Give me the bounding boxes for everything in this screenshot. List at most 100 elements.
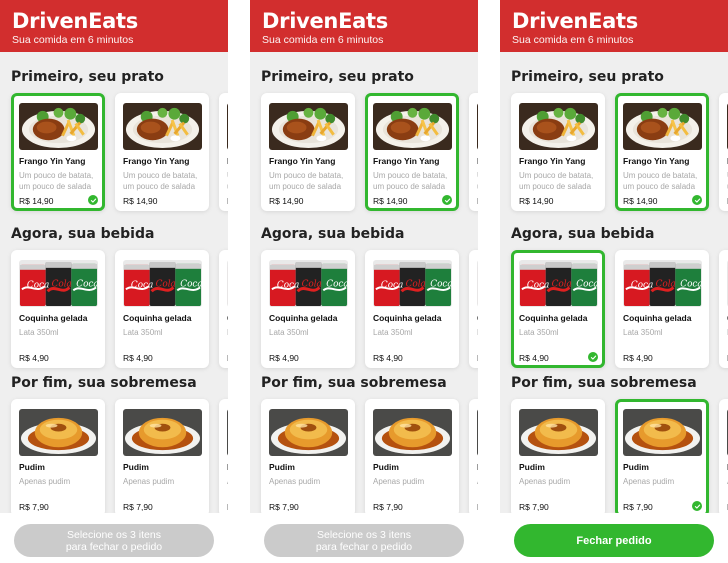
drink-card[interactable]: CocaColaCocaCoquinha geladaLata 350mlR$ … <box>219 250 228 368</box>
dessert-image <box>373 409 452 456</box>
dish-card[interactable]: Frango Yin YangUm pouco de batata, um po… <box>365 93 459 211</box>
dessert-card[interactable]: PudimApenas pudimR$ 7,90 <box>615 399 709 517</box>
dish-description: Um pouco de batata, um pouco de salada <box>19 171 94 191</box>
dessert-image <box>269 409 348 456</box>
section-title-drink: Agora, sua bebida <box>261 226 405 242</box>
dessert-price: R$ 7,90 <box>269 502 299 512</box>
dish-card[interactable]: Frango Yin YangUm pouco de batata, um po… <box>11 93 105 211</box>
app-subtitle: Sua comida em 6 minutos <box>262 34 384 46</box>
app-logo: DrivenEats <box>262 9 388 33</box>
dish-description: Um pouco de batata, um pouco de salada <box>373 171 448 191</box>
dish-row[interactable]: Frango Yin Yang Um pouco de batata, um po… <box>11 93 228 213</box>
app-subtitle: Sua comida em 6 minutos <box>12 34 134 46</box>
drink-card[interactable]: CocaColaCocaCoquinha geladaLata 350mlR$ … <box>11 250 105 368</box>
dish-image <box>477 103 478 150</box>
drink-name: Coquinha gelada <box>373 313 442 323</box>
dish-price: R$ 14,90 <box>227 196 228 206</box>
dessert-description: Apenas pudim <box>19 477 71 486</box>
app-panel-3: DrivenEats Sua comida em 6 minutos Prime… <box>500 0 728 563</box>
dish-image <box>269 103 348 150</box>
dish-card[interactable]: Frango Yin YangUm pouco de batata, um po… <box>719 93 728 211</box>
drink-card[interactable]: CocaColaCocaCoquinha geladaLata 350mlR$ … <box>615 250 709 368</box>
section-title-drink: Agora, sua bebida <box>511 226 655 242</box>
dessert-name: Pudim <box>373 462 399 472</box>
dessert-card[interactable]: PudimApenas pudimR$ 7,90 <box>511 399 605 517</box>
drink-name: Coquinha gelada <box>519 313 588 323</box>
section-title-dessert: Por fim, sua sobremesa <box>261 375 447 391</box>
drink-image: CocaColaCoca <box>123 260 202 307</box>
check-circle-icon <box>588 352 598 362</box>
order-button[interactable]: Fechar pedido <box>514 524 714 557</box>
drink-name: Coquinha gelada <box>477 313 478 323</box>
dessert-row[interactable]: Pudim Apenas pudim R$ 7,90 Pudim Apenas pudi… <box>11 399 228 519</box>
svg-text:Cola: Cola <box>156 279 176 289</box>
dessert-price: R$ 7,90 <box>123 502 153 512</box>
dessert-name: Pudim <box>123 462 149 472</box>
dessert-row[interactable]: Pudim Apenas pudim R$ 7,90 Pudim Apenas pudi… <box>511 399 728 519</box>
drink-card[interactable]: CocaColaCocaCoquinha geladaLata 350mlR$ … <box>719 250 728 368</box>
drink-card[interactable]: CocaColaCocaCoquinha geladaLata 350mlR$ … <box>261 250 355 368</box>
dessert-price: R$ 7,90 <box>227 502 228 512</box>
drink-price: R$ 4,90 <box>19 353 49 363</box>
order-button[interactable]: Selecione os 3 itens para fechar o pedid… <box>14 524 214 557</box>
dish-price: R$ 14,90 <box>269 196 304 206</box>
drink-row[interactable]: Coca Cola Coca Coquinha gelada Lata 350ml R$ … <box>261 250 478 370</box>
drink-row[interactable]: Coca Cola Coca Coquinha gelada Lata 350ml R$ … <box>11 250 228 370</box>
dish-name: Frango Yin Yang <box>477 156 478 166</box>
svg-text:Coca: Coca <box>76 279 98 289</box>
dessert-description: Apenas pudim <box>269 477 321 486</box>
dish-description: Um pouco de batata, um pouco de salada <box>227 171 228 192</box>
dessert-card[interactable]: PudimApenas pudimR$ 7,90 <box>11 399 105 517</box>
svg-text:Cola: Cola <box>552 279 572 289</box>
drink-card[interactable]: CocaColaCocaCoquinha geladaLata 350mlR$ … <box>365 250 459 368</box>
drink-card[interactable]: CocaColaCocaCoquinha geladaLata 350mlR$ … <box>511 250 605 368</box>
dessert-card[interactable]: PudimApenas pudimR$ 7,90 <box>469 399 478 517</box>
dessert-price: R$ 7,90 <box>19 502 49 512</box>
drink-description: Lata 350ml <box>123 328 163 337</box>
dessert-name: Pudim <box>477 462 478 472</box>
dessert-card[interactable]: Pudim Apenas pudim R$ 7,90 <box>115 399 209 517</box>
drink-name: Coquinha gelada <box>623 313 692 323</box>
check-circle-icon <box>692 501 702 511</box>
app-header: DrivenEats Sua comida em 6 minutos <box>250 0 478 52</box>
dish-image <box>373 103 452 150</box>
dessert-card[interactable]: Pudim Apenas pudim R$ 7,90 <box>261 399 355 517</box>
dish-row[interactable]: Frango Yin Yang Um pouco de batata, um po… <box>511 93 728 213</box>
dessert-description: Apenas pudim <box>477 477 478 488</box>
dish-card[interactable]: Frango Yin Yang Um pouco de batata, um po… <box>261 93 355 211</box>
drink-description: Lata 350ml <box>269 328 309 337</box>
dessert-row[interactable]: Pudim Apenas pudim R$ 7,90 Pudim Apenas pudi… <box>261 399 478 519</box>
dessert-image <box>623 409 702 456</box>
dish-price: R$ 14,90 <box>123 196 158 206</box>
dessert-card[interactable]: PudimApenas pudimR$ 7,90 <box>719 399 728 517</box>
svg-text:Coca: Coca <box>381 280 403 290</box>
dish-row[interactable]: Frango Yin Yang Um pouco de batata, um po… <box>261 93 478 213</box>
svg-text:Coca: Coca <box>326 279 348 289</box>
dessert-description: Apenas pudim <box>123 477 175 486</box>
drink-image: CocaColaCoca <box>269 260 348 307</box>
dessert-card[interactable]: PudimApenas pudimR$ 7,90 <box>365 399 459 517</box>
dish-description: Um pouco de batata, um pouco de salada <box>269 171 344 191</box>
dish-description: Um pouco de batata, um pouco de salada <box>123 171 198 191</box>
dish-name: Frango Yin Yang <box>623 156 690 166</box>
app-logo: DrivenEats <box>512 9 638 33</box>
order-button-label: Selecione os 3 itens para fechar o pedid… <box>65 528 163 553</box>
dish-card[interactable]: Frango Yin YangUm pouco de batata, um po… <box>511 93 605 211</box>
dessert-name: Pudim <box>227 462 228 472</box>
dish-card[interactable]: Frango Yin YangUm pouco de batata, um po… <box>115 93 209 211</box>
dish-name: Frango Yin Yang <box>269 156 336 166</box>
dessert-card[interactable]: PudimApenas pudimR$ 7,90 <box>219 399 228 517</box>
dish-price: R$ 14,90 <box>373 196 408 206</box>
drink-row[interactable]: Coca Cola Coca Coquinha gelada Lata 350ml R$ … <box>511 250 728 370</box>
section-title-dish: Primeiro, seu prato <box>511 69 664 85</box>
drink-card[interactable]: CocaColaCocaCoquinha geladaLata 350mlR$ … <box>115 250 209 368</box>
dessert-name: Pudim <box>269 462 295 472</box>
app-panel-1: DrivenEats Sua comida em 6 minutos Prime… <box>0 0 228 563</box>
dish-image <box>623 103 702 150</box>
dish-card[interactable]: Frango Yin YangUm pouco de batata, um po… <box>219 93 228 211</box>
drink-card[interactable]: CocaColaCocaCoquinha geladaLata 350mlR$ … <box>469 250 478 368</box>
dish-card[interactable]: Frango Yin YangUm pouco de batata, um po… <box>469 93 478 211</box>
app-subtitle: Sua comida em 6 minutos <box>512 34 634 46</box>
order-button[interactable]: Selecione os 3 itens para fechar o pedid… <box>264 524 464 557</box>
dish-card[interactable]: Frango Yin YangUm pouco de batata, um po… <box>615 93 709 211</box>
